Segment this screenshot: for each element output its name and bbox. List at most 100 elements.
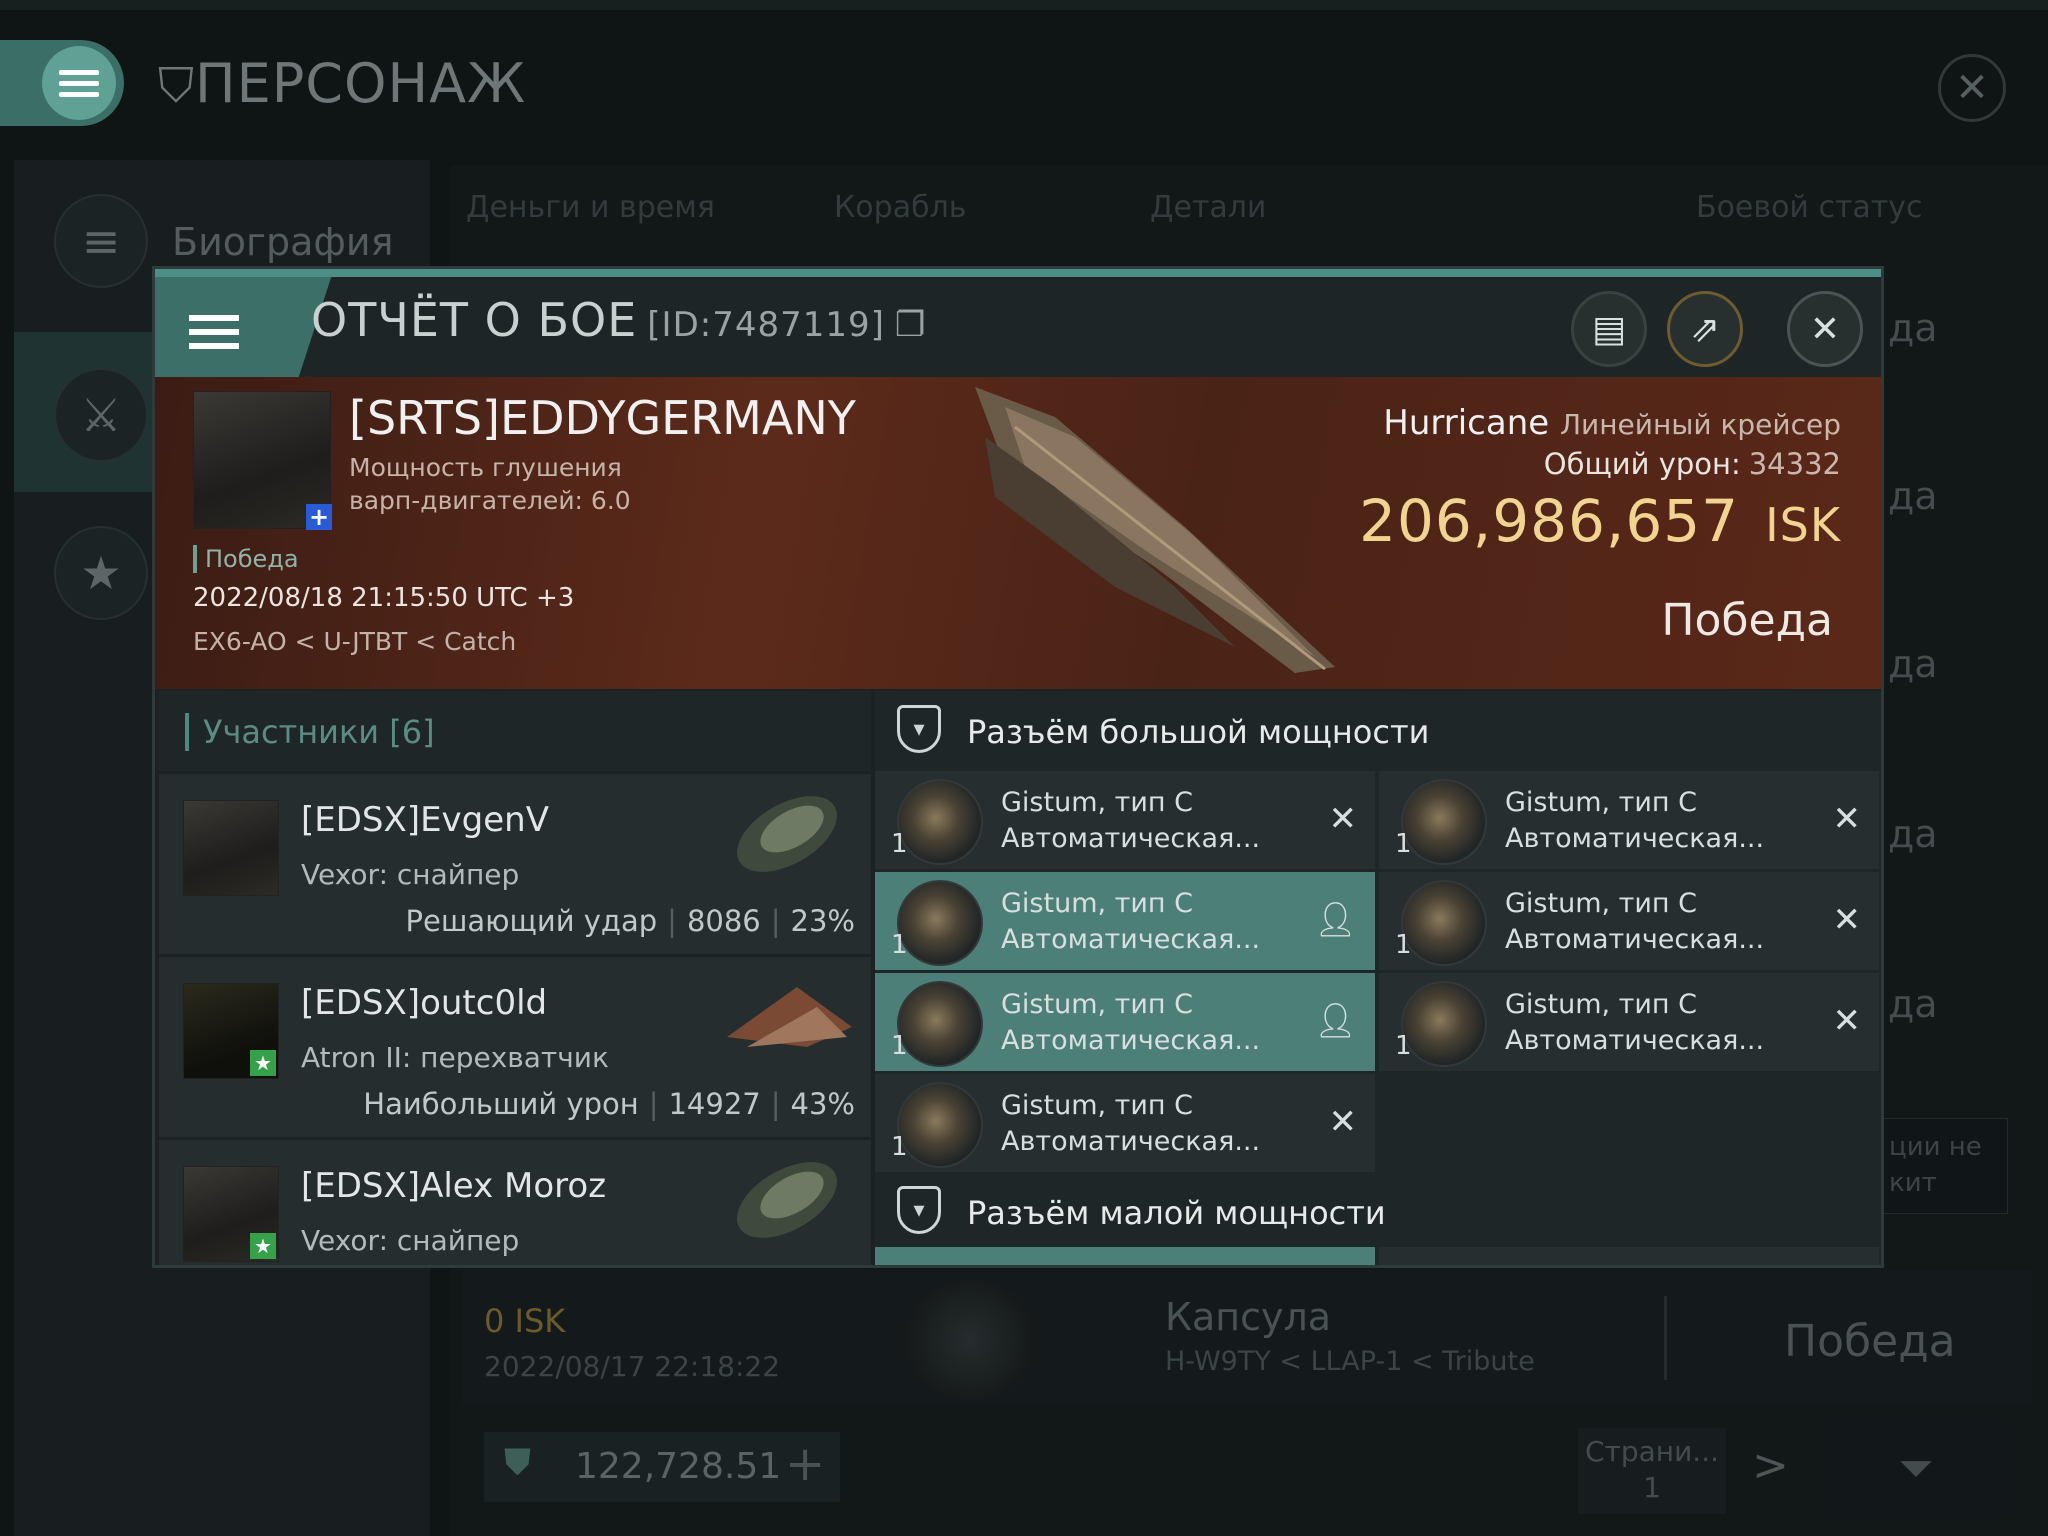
high-slots-title: Разъём большой мощности bbox=[967, 713, 1430, 751]
copy-icon[interactable]: ❐ bbox=[895, 305, 926, 345]
row-date: 2022/08/17 22:18:22 bbox=[484, 1350, 781, 1383]
module-icon bbox=[1401, 779, 1487, 865]
fitting-panel: ▾ Разъём большой мощности 1 Gistum, тип … bbox=[875, 691, 1881, 1265]
page-indicator[interactable]: Страни... 1 bbox=[1578, 1428, 1726, 1514]
participants-header: Участники [6] bbox=[159, 691, 871, 771]
dialog-title-text: ОТЧЁТ О БОЕ bbox=[311, 293, 638, 347]
row-location: H-W9TY < LLAP-1 < Tribute bbox=[1165, 1346, 1535, 1377]
module-quantity: 1 bbox=[891, 1132, 908, 1162]
participant-stats: Решающий удар | 8086 | 23% bbox=[405, 904, 855, 938]
close-page-button[interactable]: ✕ bbox=[1938, 54, 2006, 122]
low-slots-header: ▾ Разъём малой мощности bbox=[875, 1172, 1881, 1252]
star-badge-icon: ★ bbox=[54, 526, 148, 620]
dialog-title: ОТЧЁТ О БОЕ [ID:7487119] ❐ bbox=[311, 293, 926, 347]
ship-class: Линейный крейсер bbox=[1560, 408, 1841, 441]
wallet-balance: 122,728.51 bbox=[575, 1446, 782, 1487]
row-result: да bbox=[1888, 642, 1938, 686]
module-quantity: 1 bbox=[891, 829, 908, 859]
row-result: Победа bbox=[1784, 1316, 1956, 1367]
participant-name: [EDSX]Alex Moroz bbox=[301, 1166, 607, 1206]
dialog-menu-button[interactable] bbox=[155, 277, 285, 377]
report-id: [ID:7487119] bbox=[647, 305, 885, 345]
participant-row[interactable]: ★ [EDSX]Alex Moroz Vexor: снайпер bbox=[159, 1137, 871, 1265]
row-isk: 0 ISK bbox=[484, 1302, 566, 1340]
main-menu-button[interactable] bbox=[42, 46, 116, 120]
ship-image bbox=[975, 387, 1335, 673]
destroyed-icon: ✕ bbox=[1328, 799, 1358, 839]
tab-money-time[interactable]: Деньги и время bbox=[466, 190, 715, 225]
module-quantity: 1 bbox=[1395, 829, 1412, 859]
module-item[interactable]: 1 Gistum, тип C Автоматическая... 👤︎ bbox=[875, 973, 1375, 1071]
participant-row[interactable]: ★ [EDSX]outc0ld Atron II: перехватчик На… bbox=[159, 954, 871, 1137]
crossed-swords-icon: ⚔ bbox=[54, 368, 148, 462]
module-item[interactable]: 1 Gistum, тип C Автоматическая... ✕ bbox=[1379, 872, 1879, 970]
dialog-accent-bar bbox=[155, 269, 1881, 277]
module-type: Автоматическая... bbox=[1001, 1025, 1261, 1056]
module-item-partial[interactable] bbox=[875, 1247, 1375, 1265]
row-result: да bbox=[1888, 812, 1938, 856]
row-result: да bbox=[1888, 474, 1938, 518]
module-type: Автоматическая... bbox=[1505, 1025, 1765, 1056]
add-isk-button[interactable]: + bbox=[785, 1436, 825, 1492]
low-slot-icon: ▾ bbox=[897, 1186, 941, 1234]
dropped-person-icon: 👤︎ bbox=[1313, 900, 1357, 940]
module-type: Автоматическая... bbox=[1505, 924, 1765, 955]
filter-button[interactable]: ⏷ bbox=[1820, 1420, 2012, 1516]
isk-value: 206,986,657 ISK bbox=[1359, 487, 1841, 555]
module-item[interactable]: 1 Gistum, тип C Автоматическая... 👤︎ bbox=[875, 872, 1375, 970]
participant-damage: 8086 bbox=[686, 904, 761, 938]
share-icon: ⇗ bbox=[1689, 308, 1721, 350]
star-icon: ★ bbox=[250, 1050, 276, 1076]
isk-amount: 206,986,657 bbox=[1359, 487, 1740, 555]
ship-image bbox=[737, 1162, 837, 1238]
close-dialog-button[interactable]: ✕ bbox=[1787, 291, 1863, 367]
participant-percent: 43% bbox=[790, 1087, 855, 1121]
participant-ship: Vexor: снайпер bbox=[301, 858, 520, 891]
destroyed-icon: ✕ bbox=[1832, 1001, 1862, 1041]
combat-report-dialog: ОТЧЁТ О БОЕ [ID:7487119] ❐ ▤ ⇗ ✕ + [SRTS]E… bbox=[152, 266, 1884, 1268]
capsule-image bbox=[900, 1280, 1040, 1400]
module-item-partial[interactable] bbox=[1379, 1247, 1879, 1265]
row-result: да bbox=[1888, 982, 1938, 1026]
module-item[interactable]: 1 Gistum, тип C Автоматическая... ✕ bbox=[1379, 973, 1879, 1071]
tab-combat-status[interactable]: Боевой статус bbox=[1696, 190, 1923, 225]
high-slot-icon: ▾ bbox=[897, 705, 941, 753]
participant-row[interactable]: [EDSX]EvgenV Vexor: снайпер Решающий уда… bbox=[159, 771, 871, 954]
module-type: Автоматическая... bbox=[1505, 823, 1765, 854]
module-icon bbox=[897, 880, 983, 966]
destroyed-icon: ✕ bbox=[1832, 900, 1862, 940]
participants-title: Участники [6] bbox=[185, 713, 435, 751]
participant-portrait bbox=[183, 800, 279, 896]
victim-portrait[interactable]: + bbox=[193, 391, 332, 531]
ship-image bbox=[737, 796, 837, 872]
result-tag: Победа bbox=[193, 545, 299, 573]
low-slots-title: Разъём малой мощности bbox=[967, 1194, 1386, 1232]
victim-name[interactable]: [SRTS]EDDYGERMANY bbox=[349, 391, 856, 445]
module-icon bbox=[897, 981, 983, 1067]
top-bar bbox=[0, 0, 2048, 10]
star-icon: ★ bbox=[250, 1233, 276, 1259]
hint-line: кит bbox=[1889, 1168, 1937, 1198]
module-quantity: 1 bbox=[891, 1031, 908, 1061]
clipboard-button[interactable]: ▤ bbox=[1571, 291, 1647, 367]
row-result: да bbox=[1888, 306, 1938, 350]
next-page-button[interactable]: > bbox=[1752, 1440, 1789, 1491]
participant-portrait: ★ bbox=[183, 983, 279, 1079]
module-item[interactable]: 1 Gistum, тип C Автоматическая... ✕ bbox=[875, 1074, 1375, 1172]
high-slots-header: ▾ Разъём большой мощности bbox=[875, 691, 1881, 771]
participants-panel: Участники [6] [EDSX]EvgenV Vexor: снайпе… bbox=[159, 691, 871, 1265]
total-damage: Общий урон: 34332 bbox=[1544, 447, 1841, 481]
tab-ship[interactable]: Корабль bbox=[834, 190, 966, 225]
module-item[interactable]: 1 Gistum, тип C Автоматическая... ✕ bbox=[1379, 771, 1879, 869]
close-icon: ✕ bbox=[1955, 65, 1989, 111]
module-quantity: 1 bbox=[891, 930, 908, 960]
hint-line: ции не bbox=[1889, 1132, 1982, 1162]
victim-subtitle: Мощность глушения варп-двигателей: 6.0 bbox=[349, 453, 631, 515]
clipboard-icon: ▤ bbox=[1591, 308, 1626, 350]
tab-details[interactable]: Детали bbox=[1150, 190, 1266, 225]
module-item[interactable]: 1 Gistum, тип C Автоматическая... ✕ bbox=[875, 771, 1375, 869]
ship-name[interactable]: Hurricane bbox=[1383, 403, 1549, 443]
module-type: Автоматическая... bbox=[1001, 924, 1261, 955]
share-button[interactable]: ⇗ bbox=[1667, 291, 1743, 367]
battle-result: Победа bbox=[1661, 595, 1833, 646]
